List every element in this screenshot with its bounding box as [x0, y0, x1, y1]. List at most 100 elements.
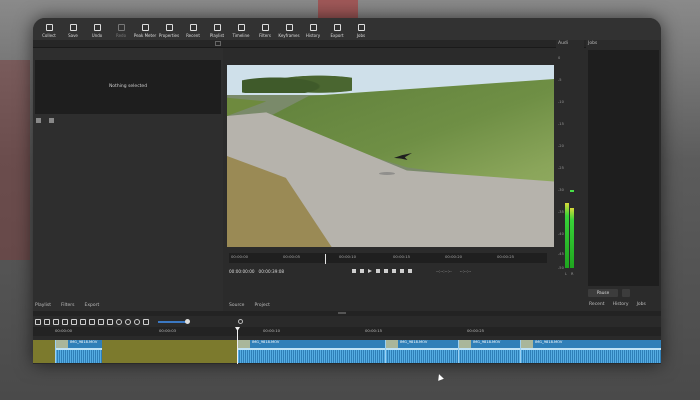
track-gap[interactable] [102, 340, 237, 363]
clip-thumbnail [56, 340, 68, 348]
timeline-toolbar [33, 316, 661, 327]
trash-icon[interactable] [622, 289, 630, 297]
clip-name: IMG_9818.MOV [473, 340, 501, 344]
scrubber-tick-label: 00:00:00 [231, 254, 249, 259]
zoom-in-icon[interactable] [238, 319, 243, 324]
timeline-clip[interactable]: IMG_9818.MOV [385, 340, 458, 363]
tab-recent[interactable]: Recent [589, 302, 605, 307]
player-scrubber[interactable]: 00:00:00 00:00:05 00:00:10 00:00:15 00:0… [229, 253, 547, 264]
toolbar-export-button[interactable]: Export [325, 18, 349, 40]
clip-thumbnail [386, 340, 398, 348]
overwrite-icon[interactable] [98, 318, 104, 325]
scale-label: -35 [558, 210, 564, 214]
tab-filters[interactable]: Filters [61, 303, 75, 308]
toolbar-timeline-button[interactable]: Timeline [229, 18, 253, 40]
tab-source[interactable]: Source [229, 303, 244, 308]
clip-name: IMG_9818.MOV [535, 340, 563, 344]
scrubber-playhead[interactable] [325, 254, 326, 264]
clip-waveform [238, 350, 385, 363]
cut-icon[interactable] [44, 318, 50, 325]
toolbar-peak-meter-button[interactable]: Peak Meter [133, 18, 157, 40]
jobs-list[interactable] [588, 50, 659, 286]
toolbar-keyframes-button[interactable]: Keyframes [277, 18, 301, 40]
timeline-playhead[interactable] [237, 327, 238, 364]
clip-name: IMG_9818.MOV [400, 340, 428, 344]
jobs-icon [357, 24, 365, 31]
split-icon[interactable] [107, 318, 113, 325]
tab-export[interactable]: Export [85, 303, 100, 308]
timeline-icon [237, 24, 245, 31]
toolbar-save-button[interactable]: Save [61, 18, 85, 40]
timeline-clip[interactable]: IMG_9818.MOV [458, 340, 520, 363]
timeline-tick-label: 00:00:10 [263, 328, 281, 333]
recent-icon [189, 24, 197, 31]
channel-right-label: R [571, 272, 574, 276]
track-gap[interactable] [33, 340, 55, 363]
toolbar-collect-button[interactable]: Collect [37, 18, 61, 40]
append-icon[interactable] [71, 318, 77, 325]
zoom-button[interactable] [408, 269, 413, 273]
export-icon [333, 24, 341, 31]
timeline-clip[interactable]: IMG_9818.MOV [55, 340, 102, 363]
scale-label: -45 [558, 252, 564, 256]
scrubber-tick-label: 00:00:20 [445, 254, 463, 259]
toolbar-undo-button[interactable]: Undo [85, 18, 109, 40]
toolbar-redo-button[interactable]: Redo [109, 18, 133, 40]
scrubber-tick-label: 00:00:25 [497, 254, 515, 259]
toolbar-jobs-button[interactable]: Jobs [349, 18, 373, 40]
toolbar-filters-button[interactable]: Filters [253, 18, 277, 40]
history-icon [309, 24, 317, 31]
scrub-icon[interactable] [125, 318, 131, 325]
properties-open-icon[interactable] [36, 118, 41, 123]
scrubber-tick-label: 00:00:10 [339, 254, 357, 259]
tab-playlist[interactable]: Playlist [35, 303, 51, 308]
clip-waveform [56, 350, 102, 363]
clip-thumbnail [459, 340, 471, 348]
lift-icon[interactable] [89, 318, 95, 325]
video-preview[interactable] [227, 65, 554, 247]
timeline-zoom-slider[interactable] [158, 318, 190, 324]
grid-button[interactable] [392, 269, 397, 273]
scrubber-tick-label: 00:00:05 [283, 254, 301, 259]
skip-previous-button[interactable] [352, 269, 357, 273]
splitter-grip-icon[interactable] [338, 312, 346, 314]
scrubber-tick-label: 00:00:15 [393, 254, 411, 259]
zoom-slider-knob[interactable] [185, 318, 190, 324]
clip-thumbnail [521, 340, 533, 348]
timeline-ruler[interactable]: 00:00:00 00:00:03 00:00:10 00:00:15 00:0… [33, 327, 661, 336]
video-trees [242, 71, 352, 93]
clip-thumbnail [238, 340, 250, 348]
zoom-out-icon[interactable] [143, 318, 149, 325]
snap-icon[interactable] [116, 318, 122, 325]
video-track: IMG_9818.MOV IMG_9818.MOV IMG_9818.MOV I… [33, 340, 661, 363]
pause-jobs-button[interactable]: Pause [588, 289, 618, 297]
tab-project[interactable]: Project [254, 303, 269, 308]
tab-history[interactable]: History [613, 302, 629, 307]
fast-forward-button[interactable] [376, 269, 381, 273]
peak-meter-icon [141, 24, 149, 31]
timeline-clip[interactable]: IMG_9818.MOV [237, 340, 385, 363]
float-dock-icon[interactable] [215, 41, 221, 46]
transport-bar: 00:00:00:00 00:00:39:08 --:--:--:-- --:-… [229, 266, 547, 276]
volume-button[interactable] [400, 269, 405, 273]
ripple-icon[interactable] [134, 318, 140, 325]
collection-icon [45, 24, 53, 31]
paste-icon[interactable] [62, 318, 68, 325]
toolbar-recent-button[interactable]: Recent [181, 18, 205, 40]
timeline-menu-icon[interactable] [35, 318, 41, 325]
properties-panel: Nothing selected Playlist Filters Export [33, 48, 223, 311]
copy-icon[interactable] [53, 318, 59, 325]
rewind-button[interactable] [360, 269, 365, 273]
jobs-title: Jobs [588, 41, 598, 46]
remove-icon[interactable] [80, 318, 86, 325]
skip-next-button[interactable] [384, 269, 389, 273]
play-button[interactable] [368, 269, 373, 273]
toolbar-properties-button[interactable]: Properties [157, 18, 181, 40]
properties-reset-icon[interactable] [49, 118, 54, 123]
tab-jobs[interactable]: Jobs [637, 302, 646, 307]
playlist-icon [213, 24, 221, 31]
toolbar-history-button[interactable]: History [301, 18, 325, 40]
timeline-clip[interactable]: IMG_9818.MOV [520, 340, 661, 363]
current-timecode[interactable]: 00:00:00:00 [229, 269, 255, 274]
toolbar-playlist-button[interactable]: Playlist [205, 18, 229, 40]
